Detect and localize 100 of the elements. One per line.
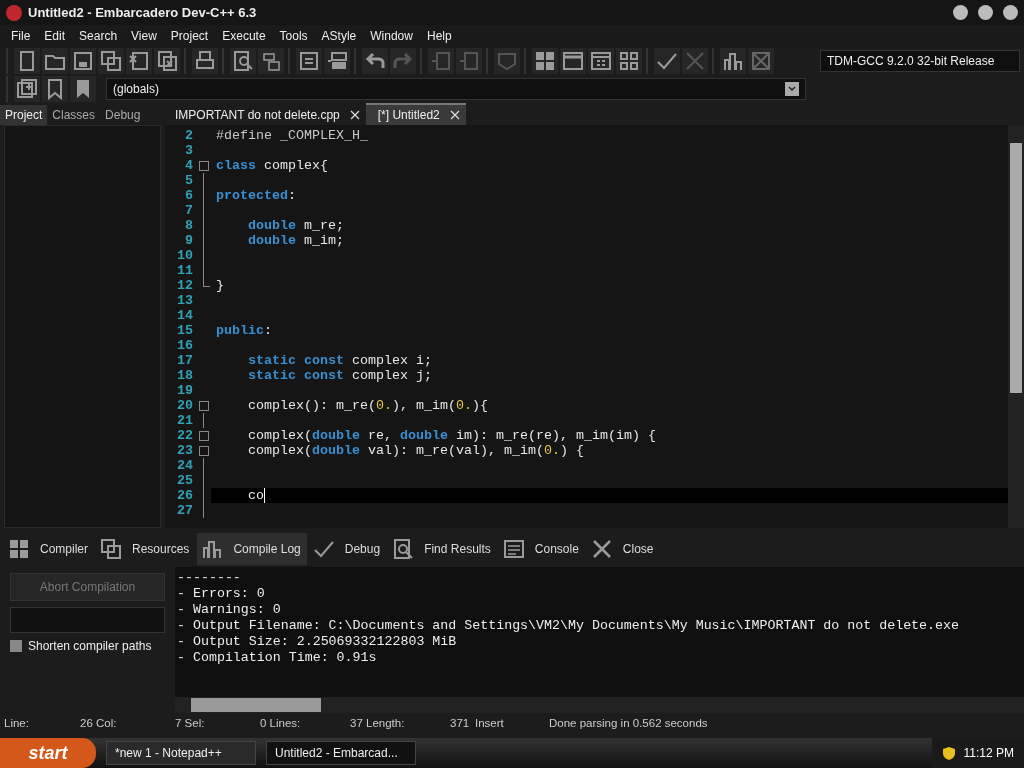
panel-tab[interactable]: Debug <box>100 105 146 125</box>
code-line: public: <box>215 323 273 338</box>
restore-button[interactable] <box>978 5 993 20</box>
horizontal-scrollbar[interactable] <box>175 697 1024 713</box>
list-icon[interactable] <box>296 48 322 74</box>
close-icon[interactable] <box>449 110 460 120</box>
menu-item[interactable]: Project <box>163 29 216 43</box>
menu-item[interactable]: Tools <box>272 29 315 43</box>
fold-marker[interactable] <box>199 401 209 411</box>
menu-item[interactable]: File <box>4 29 38 43</box>
menu-item[interactable]: Window <box>363 29 420 43</box>
code-line: complex(double re, double im): m_re(re), m_im(im) { <box>247 428 657 443</box>
status-text: Line: <box>4 717 30 729</box>
line-number: 9 <box>184 233 193 248</box>
checkbox[interactable] <box>10 640 22 652</box>
taskbar-button[interactable]: *new 1 - Notepad++ <box>106 741 256 765</box>
check-icon[interactable] <box>654 48 680 74</box>
close-button[interactable] <box>1003 5 1018 20</box>
line-number: 12 <box>176 278 193 293</box>
fold-marker[interactable] <box>199 446 209 456</box>
dropdown-icon[interactable] <box>785 82 799 96</box>
code-line: static const complex j; <box>247 368 433 383</box>
menu-item[interactable]: Search <box>72 29 125 43</box>
line-number: 11 <box>176 263 193 278</box>
fold-marker[interactable] <box>199 431 209 441</box>
panel-tab[interactable]: Classes <box>47 105 101 125</box>
status-text: 37 Length: <box>350 717 406 729</box>
squares-icon[interactable] <box>616 48 642 74</box>
shield-icon[interactable] <box>941 746 956 760</box>
start-button[interactable]: start <box>0 738 96 768</box>
floppies-icon[interactable] <box>98 48 124 74</box>
printer-icon[interactable] <box>192 48 218 74</box>
menu-item[interactable]: Help <box>419 29 459 43</box>
line-number: 3 <box>184 143 193 158</box>
window-icon[interactable] <box>560 48 586 74</box>
menu-item[interactable]: AStyle <box>314 29 364 43</box>
code-line: #define _COMPLEX_H_ <box>215 128 369 143</box>
window-title: Untitled2 - Embarcadero Dev-C++ 6.3 <box>28 5 258 20</box>
bottom-tab[interactable]: Console <box>498 533 585 565</box>
menu-item[interactable]: Edit <box>37 29 73 43</box>
line-number: 25 <box>176 473 193 488</box>
bottom-tab[interactable]: Debug <box>308 533 387 565</box>
menu-item[interactable]: Execute <box>215 29 273 43</box>
code-line: complex(): m_re(0.), m_im(0.){ <box>247 398 489 413</box>
clock: 11:12 PM <box>963 746 1014 760</box>
crossed-chart-icon[interactable] <box>748 48 774 74</box>
document-icon[interactable] <box>14 48 40 74</box>
minimize-button[interactable] <box>953 5 968 20</box>
log-line: - Compilation Time: 0.91s <box>177 650 378 666</box>
close-document-icon[interactable] <box>126 48 152 74</box>
line-number: 13 <box>176 293 193 308</box>
line-number: 14 <box>176 308 193 323</box>
bottom-tab[interactable]: Close <box>586 533 660 565</box>
vertical-scrollbar[interactable] <box>1008 125 1024 528</box>
code-line: static const complex i; <box>247 353 433 368</box>
undo-icon[interactable] <box>362 48 388 74</box>
bottom-tab[interactable]: Compile Log <box>197 533 307 565</box>
close-documents-icon[interactable] <box>154 48 180 74</box>
menu-item[interactable]: View <box>124 29 164 43</box>
line-number: 18 <box>176 368 193 383</box>
status-text: Insert <box>475 717 505 729</box>
line-number: 23 <box>176 443 193 458</box>
line-number: 27 <box>176 503 193 518</box>
status-text: 0 Lines: <box>260 717 302 729</box>
calendar-icon[interactable] <box>588 48 614 74</box>
bottom-tab[interactable]: Resources <box>96 533 196 565</box>
fold-marker[interactable] <box>199 161 209 171</box>
log-line: - Output Filename: C:\Documents and Settings\VM2\My Documents\My Music\IMPORTANT do not delete.exe <box>177 618 960 634</box>
add-frame-icon[interactable] <box>14 76 40 102</box>
bookmarks-icon[interactable] <box>70 76 96 102</box>
log-line: - Warnings: 0 <box>177 602 282 618</box>
scope-select[interactable]: (globals) <box>106 78 806 100</box>
close-icon[interactable] <box>349 110 360 120</box>
bar-chart-icon[interactable] <box>720 48 746 74</box>
line-number: 21 <box>176 413 193 428</box>
stack-icon[interactable] <box>98 536 124 562</box>
taskbar-button[interactable]: Untitled2 - Embarcad... <box>266 741 416 765</box>
line-number: 24 <box>176 458 193 473</box>
editor-tab[interactable]: [*] Untitled2 <box>365 103 466 125</box>
code-line: double m_re; <box>247 218 345 233</box>
bookmark-icon[interactable] <box>42 76 68 102</box>
line-number: 15 <box>176 323 193 338</box>
line-number: 22 <box>176 428 193 443</box>
app-logo-icon <box>6 4 22 21</box>
line-number: 19 <box>176 383 193 398</box>
floppy-icon[interactable] <box>70 48 96 74</box>
log-line: - Output Size: 2.25069332122803 MiB <box>177 634 458 650</box>
bottom-tab[interactable]: Compiler <box>4 533 94 565</box>
panel-tab[interactable]: Project <box>0 105 48 125</box>
line-number: 8 <box>184 218 193 233</box>
line-number: 4 <box>184 158 193 173</box>
code-line: class complex{ <box>215 158 329 173</box>
grid-icon[interactable] <box>532 48 558 74</box>
line-number: 2 <box>184 128 193 143</box>
bottom-tab[interactable]: Find Results <box>388 533 497 565</box>
compiler-select[interactable]: TDM-GCC 9.2.0 32-bit Release <box>820 50 1020 72</box>
folder-icon[interactable] <box>42 48 68 74</box>
line-number: 20 <box>176 398 193 413</box>
search-icon[interactable] <box>230 48 256 74</box>
checkbox-label[interactable]: Shorten compiler paths <box>28 639 152 653</box>
